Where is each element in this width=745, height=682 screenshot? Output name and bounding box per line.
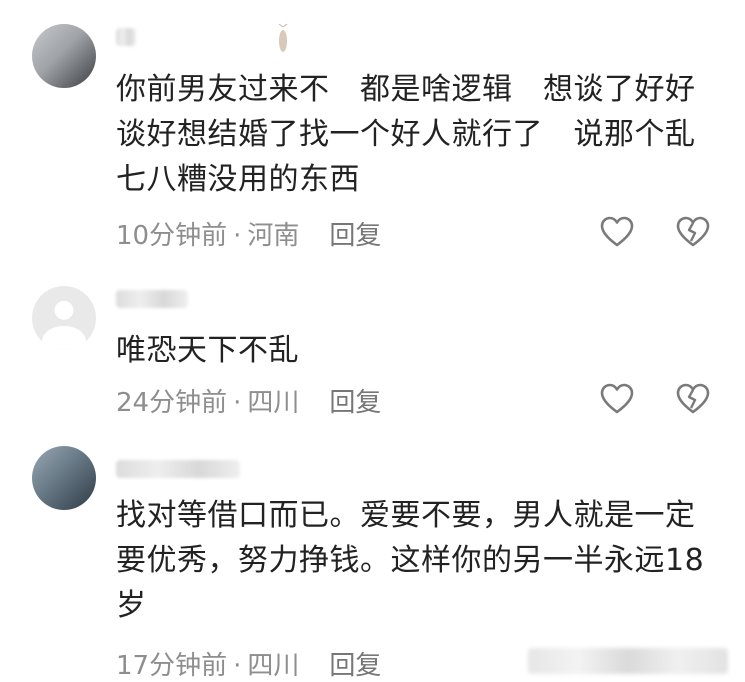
comment-meta: 17分钟前 · 四川 回复 (116, 645, 381, 682)
username-redacted[interactable] (116, 460, 240, 478)
comment-time: 24分钟前 (116, 388, 228, 418)
comment-text: 唯恐天下不乱 (116, 333, 299, 368)
meta-separator: · (233, 651, 242, 681)
comment-location: 四川 (247, 651, 300, 681)
comment-time: 10分钟前 (116, 221, 228, 251)
comment-meta: 10分钟前 · 河南 回复 (116, 215, 381, 252)
reply-button[interactable]: 回复 (329, 388, 381, 418)
meta-separator: · (233, 221, 242, 251)
watermark-redacted (528, 648, 728, 674)
username-redacted[interactable] (116, 28, 136, 46)
avatar[interactable] (32, 446, 96, 510)
meta-separator: · (233, 388, 242, 418)
comment-location: 河南 (247, 221, 300, 251)
decoration-icon (278, 24, 288, 52)
avatar[interactable] (32, 24, 96, 88)
comment-text: 找对等借口而已。爱要不要，男人就是一定要优秀，努力挣钱。这样你的另一半永远18岁 (116, 498, 705, 623)
like-icon[interactable] (600, 383, 634, 417)
comment-location: 四川 (247, 388, 300, 418)
avatar[interactable] (32, 286, 96, 350)
username-redacted[interactable] (116, 290, 188, 308)
reply-button[interactable]: 回复 (329, 221, 381, 251)
comment-text: 你前男友过来不 都是啥逻辑 想谈了好好 谈好想结婚了找一个好人就行了 说那个乱七… (116, 72, 696, 197)
reply-button[interactable]: 回复 (329, 651, 381, 681)
dislike-icon[interactable] (676, 216, 710, 250)
comment-meta: 24分钟前 · 四川 回复 (116, 382, 381, 419)
like-icon[interactable] (600, 216, 634, 250)
comment-time: 17分钟前 (116, 651, 228, 681)
dislike-icon[interactable] (676, 383, 710, 417)
